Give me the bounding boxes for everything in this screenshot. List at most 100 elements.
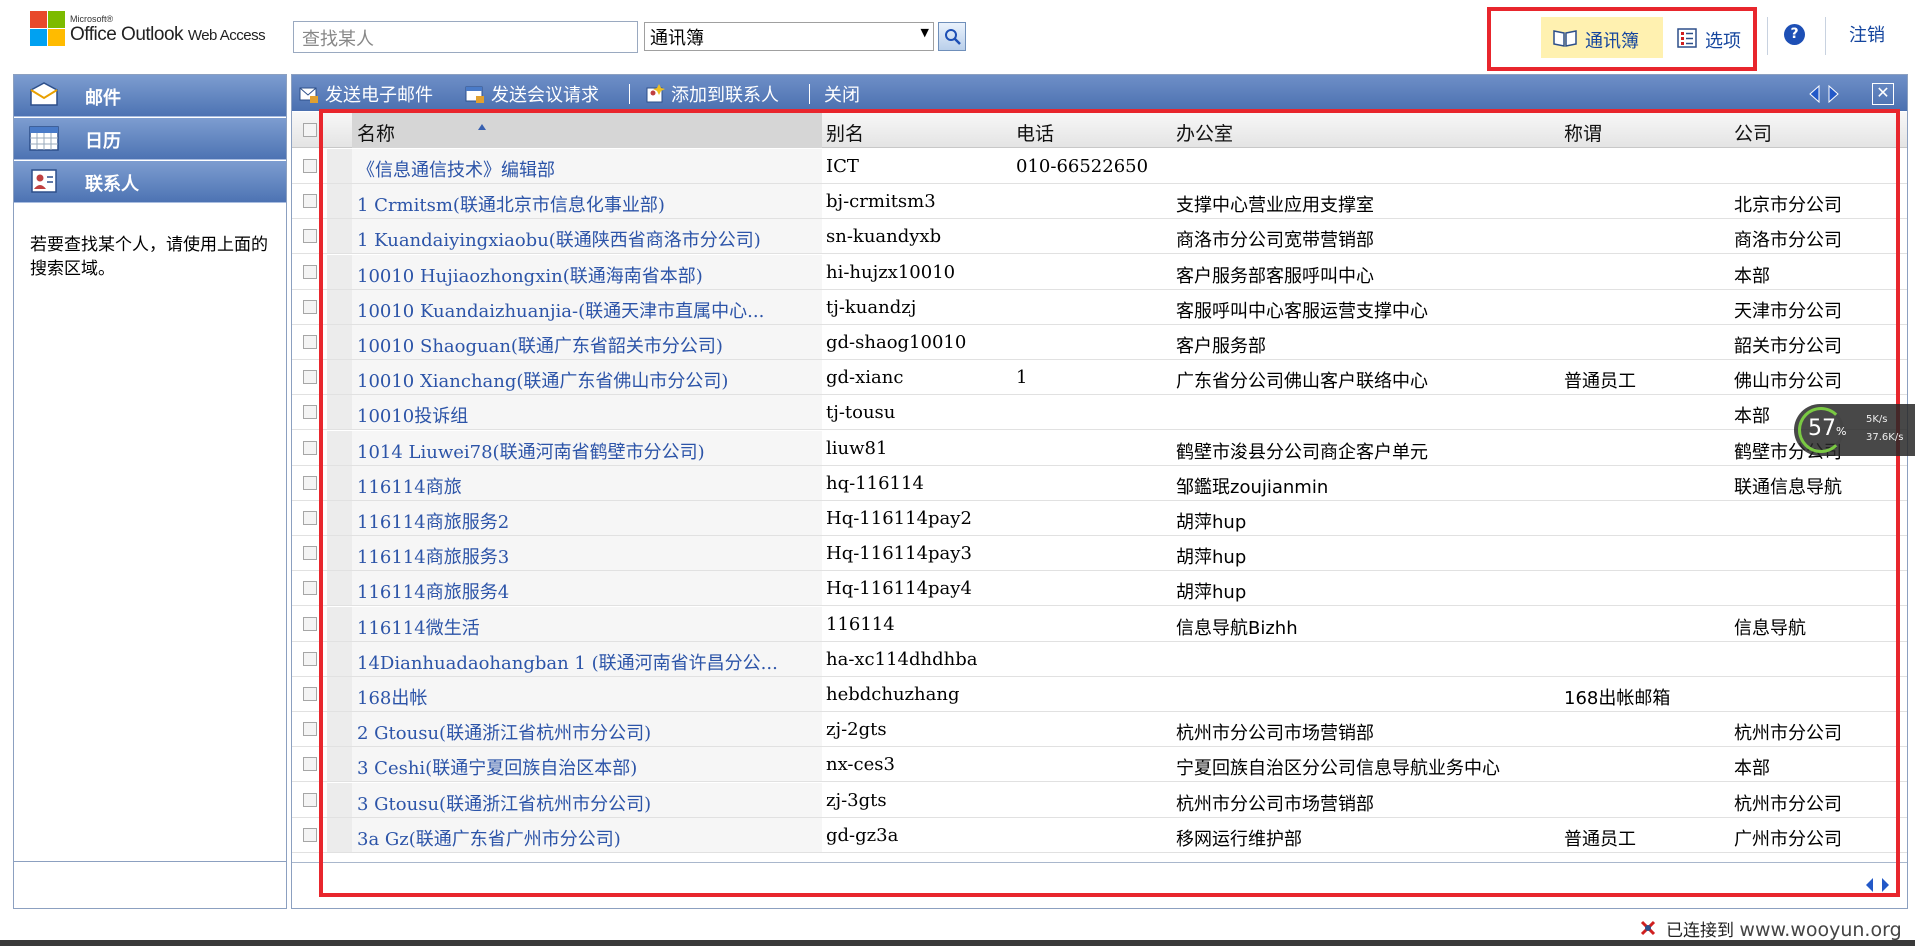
contact-office: 宁夏回族自治区分公司信息导航业务中心 bbox=[1176, 758, 1500, 780]
row-checkbox[interactable] bbox=[303, 405, 317, 420]
options-button[interactable]: 选项 bbox=[1669, 17, 1749, 58]
add-to-contacts-button[interactable]: 添加到联系人 bbox=[671, 81, 779, 107]
contact-name-link[interactable]: 116114商旅 bbox=[357, 473, 462, 499]
row-checkbox[interactable] bbox=[303, 229, 317, 244]
column-header-title[interactable]: 称谓 bbox=[1564, 119, 1602, 146]
row-checkbox[interactable] bbox=[303, 546, 317, 561]
toolbar: 发送电子邮件 发送会议请求 添加到联系人 关闭 ✕ bbox=[292, 75, 1907, 111]
table-row[interactable]: 10010 Xianchang(联通广东省佛山市分公司) gd-xianc 1 广东省… bbox=[292, 360, 1907, 396]
row-checkbox[interactable] bbox=[303, 581, 317, 596]
table-row[interactable]: 1 Crmitsm(联通北京市信息化事业部) bj-crmitsm3 支撑中心营业应… bbox=[292, 184, 1907, 220]
table-row[interactable]: 116114商旅服务3 Hq-116114pay3 胡萍hup bbox=[292, 536, 1907, 572]
contact-name-link[interactable]: 3 Gtousu(联通浙江省杭州市分公司) bbox=[357, 790, 651, 816]
contact-name-link[interactable]: 10010 Shaoguan(联通广东省韶关市分公司) bbox=[357, 332, 723, 358]
contact-name-link[interactable]: 10010 Xianchang(联通广东省佛山市分公司) bbox=[357, 367, 728, 393]
column-header-alias[interactable]: 别名 bbox=[826, 119, 864, 146]
contact-phone: 1 bbox=[1016, 367, 1028, 389]
find-someone-input[interactable]: 查找某人 bbox=[293, 21, 638, 53]
row-checkbox[interactable] bbox=[303, 827, 317, 842]
table-row[interactable]: 3 Gtousu(联通浙江省杭州市分公司) zj-3gts 杭州市分公司市场营销部 杭… bbox=[292, 782, 1907, 818]
nav-item-contacts[interactable]: 联系人 bbox=[14, 161, 286, 203]
table-row[interactable]: 10010 Shaoguan(联通广东省韶关市分公司) gd-shaog10010… bbox=[292, 325, 1907, 360]
row-lead-cell bbox=[327, 536, 352, 571]
close-icon[interactable]: ✕ bbox=[1872, 83, 1894, 105]
contact-name-link[interactable]: 《信息通信技术》编辑部 bbox=[357, 156, 555, 182]
row-checkbox[interactable] bbox=[303, 159, 317, 173]
table-row[interactable]: 1 Kuandaiyingxiaobu(联通陕西省商洛市分公司) sn-kuand… bbox=[292, 219, 1907, 255]
table-row[interactable]: 168出帐 hebdchuzhang 168出帐邮箱 bbox=[292, 677, 1907, 712]
contact-name-link[interactable]: 3a Gz(联通广东省广州市分公司) bbox=[357, 825, 621, 851]
table-row[interactable]: 14Dianhuadaohangban 1 (联通河南省许昌分公... ha-xc… bbox=[292, 641, 1907, 677]
row-checkbox[interactable] bbox=[303, 511, 317, 525]
table-row[interactable]: 10010 Kuandaizhuanjia-(联通天津市直属中心... tj-ku… bbox=[292, 289, 1907, 325]
table-row[interactable]: 10010 Hujiaozhongxin(联通海南省本部) hi-hujzx100… bbox=[292, 254, 1907, 290]
contact-name-link[interactable]: 1 Kuandaiyingxiaobu(联通陕西省商洛市分公司) bbox=[357, 226, 761, 252]
table-row[interactable]: 《信息通信技术》编辑部 ICT 010-66522650 bbox=[292, 149, 1907, 184]
table-row[interactable]: 116114微生活 116114 信息导航Bizhh 信息导航 bbox=[292, 606, 1907, 642]
row-lead-cell bbox=[327, 325, 352, 359]
row-lead-cell bbox=[327, 641, 352, 676]
contact-name-link[interactable]: 10010 Kuandaizhuanjia-(联通天津市直属中心... bbox=[357, 297, 764, 323]
column-header-name[interactable]: 名称 bbox=[357, 119, 395, 146]
contact-name-link[interactable]: 1014 Liuwei78(联通河南省鹤壁市分公司) bbox=[357, 438, 705, 464]
search-scope-select[interactable]: 通讯簿 ▼ bbox=[644, 22, 934, 51]
resize-grip[interactable] bbox=[134, 208, 188, 212]
table-row[interactable]: 116114商旅服务4 Hq-116114pay4 胡萍hup bbox=[292, 571, 1907, 607]
send-meeting-request-button[interactable]: 发送会议请求 bbox=[491, 81, 599, 107]
address-book-button[interactable]: 通讯簿 bbox=[1541, 17, 1663, 58]
select-all-checkbox[interactable] bbox=[303, 123, 317, 137]
row-checkbox[interactable] bbox=[303, 616, 317, 631]
row-checkbox[interactable] bbox=[303, 792, 317, 807]
contact-name-link[interactable]: 116114商旅服务2 bbox=[357, 508, 509, 534]
row-checkbox[interactable] bbox=[303, 475, 317, 490]
row-lead-cell bbox=[327, 677, 352, 711]
row-checkbox[interactable] bbox=[303, 194, 317, 209]
table-row[interactable]: 2 Gtousu(联通浙江省杭州市分公司) zj-2gts 杭州市分公司市场营销部 杭… bbox=[292, 712, 1907, 748]
row-checkbox[interactable] bbox=[303, 757, 317, 772]
previous-page-icon[interactable] bbox=[1809, 84, 1820, 104]
contact-name-link[interactable]: 116114商旅服务3 bbox=[357, 543, 509, 569]
row-checkbox[interactable] bbox=[303, 651, 317, 666]
contact-name-link[interactable]: 116114微生活 bbox=[357, 614, 480, 640]
footer-next-icon[interactable] bbox=[1882, 878, 1889, 892]
row-checkbox[interactable] bbox=[303, 370, 317, 385]
row-checkbox[interactable] bbox=[303, 722, 317, 737]
help-icon[interactable]: ? bbox=[1784, 24, 1805, 45]
nav-item-mail[interactable]: 邮件 bbox=[14, 75, 286, 117]
row-checkbox[interactable] bbox=[303, 264, 317, 279]
contact-name-link[interactable]: 168出帐 bbox=[357, 684, 427, 710]
table-row[interactable]: 116114商旅 hq-116114 邹鑑珉zoujianmin 联通信息导航 bbox=[292, 465, 1907, 501]
close-button[interactable]: 关闭 bbox=[824, 81, 860, 107]
table-row[interactable]: 3a Gz(联通广东省广州市分公司) gd-gz3a 移网运行维护部 普通员工 广州市分… bbox=[292, 817, 1907, 853]
nav-item-calendar[interactable]: 日历 bbox=[14, 118, 286, 160]
contact-alias: gd-gz3a bbox=[826, 824, 899, 846]
toolbar-separator bbox=[629, 84, 630, 104]
contact-name-link[interactable]: 14Dianhuadaohangban 1 (联通河南省许昌分公... bbox=[357, 649, 778, 675]
search-button[interactable] bbox=[938, 22, 966, 51]
row-lead-cell bbox=[327, 501, 352, 535]
speed-widget[interactable]: 57% 5K/s 37.6K/s bbox=[1794, 404, 1915, 456]
contact-name-link[interactable]: 116114商旅服务4 bbox=[357, 578, 509, 604]
contact-name-link[interactable]: 1 Crmitsm(联通北京市信息化事业部) bbox=[357, 191, 665, 217]
contact-name-link[interactable]: 2 Gtousu(联通浙江省杭州市分公司) bbox=[357, 719, 651, 745]
contact-name-link[interactable]: 3 Ceshi(联通宁夏回族自治区本部) bbox=[357, 754, 637, 780]
logout-link[interactable]: 注销 bbox=[1849, 21, 1885, 47]
column-header-company[interactable]: 公司 bbox=[1734, 119, 1772, 146]
row-checkbox[interactable] bbox=[303, 335, 317, 349]
table-row[interactable]: 1014 Liuwei78(联通河南省鹤壁市分公司) liuw81 鹤壁市浚县分公司… bbox=[292, 430, 1907, 466]
table-row[interactable]: 116114商旅服务2 Hq-116114pay2 胡萍hup bbox=[292, 501, 1907, 536]
column-header-office[interactable]: 办公室 bbox=[1176, 119, 1233, 146]
outlook-logo: Microsoft® Office Outlook Web Access bbox=[26, 7, 286, 63]
row-checkbox[interactable] bbox=[303, 299, 317, 314]
contact-name-link[interactable]: 10010 Hujiaozhongxin(联通海南省本部) bbox=[357, 262, 703, 288]
contact-company: 韶关市分公司 bbox=[1734, 336, 1842, 357]
table-row[interactable]: 10010投诉组 tj-tousu 本部 bbox=[292, 395, 1907, 431]
column-header-phone[interactable]: 电话 bbox=[1016, 119, 1054, 146]
row-checkbox[interactable] bbox=[303, 687, 317, 701]
table-row[interactable]: 3 Ceshi(联通宁夏回族自治区本部) nx-ces3 宁夏回族自治区分公司信息导… bbox=[292, 747, 1907, 783]
footer-previous-icon[interactable] bbox=[1866, 878, 1873, 892]
next-page-icon[interactable] bbox=[1828, 84, 1839, 104]
contact-name-link[interactable]: 10010投诉组 bbox=[357, 402, 468, 428]
send-email-button[interactable]: 发送电子邮件 bbox=[325, 81, 433, 107]
row-checkbox[interactable] bbox=[303, 440, 317, 455]
